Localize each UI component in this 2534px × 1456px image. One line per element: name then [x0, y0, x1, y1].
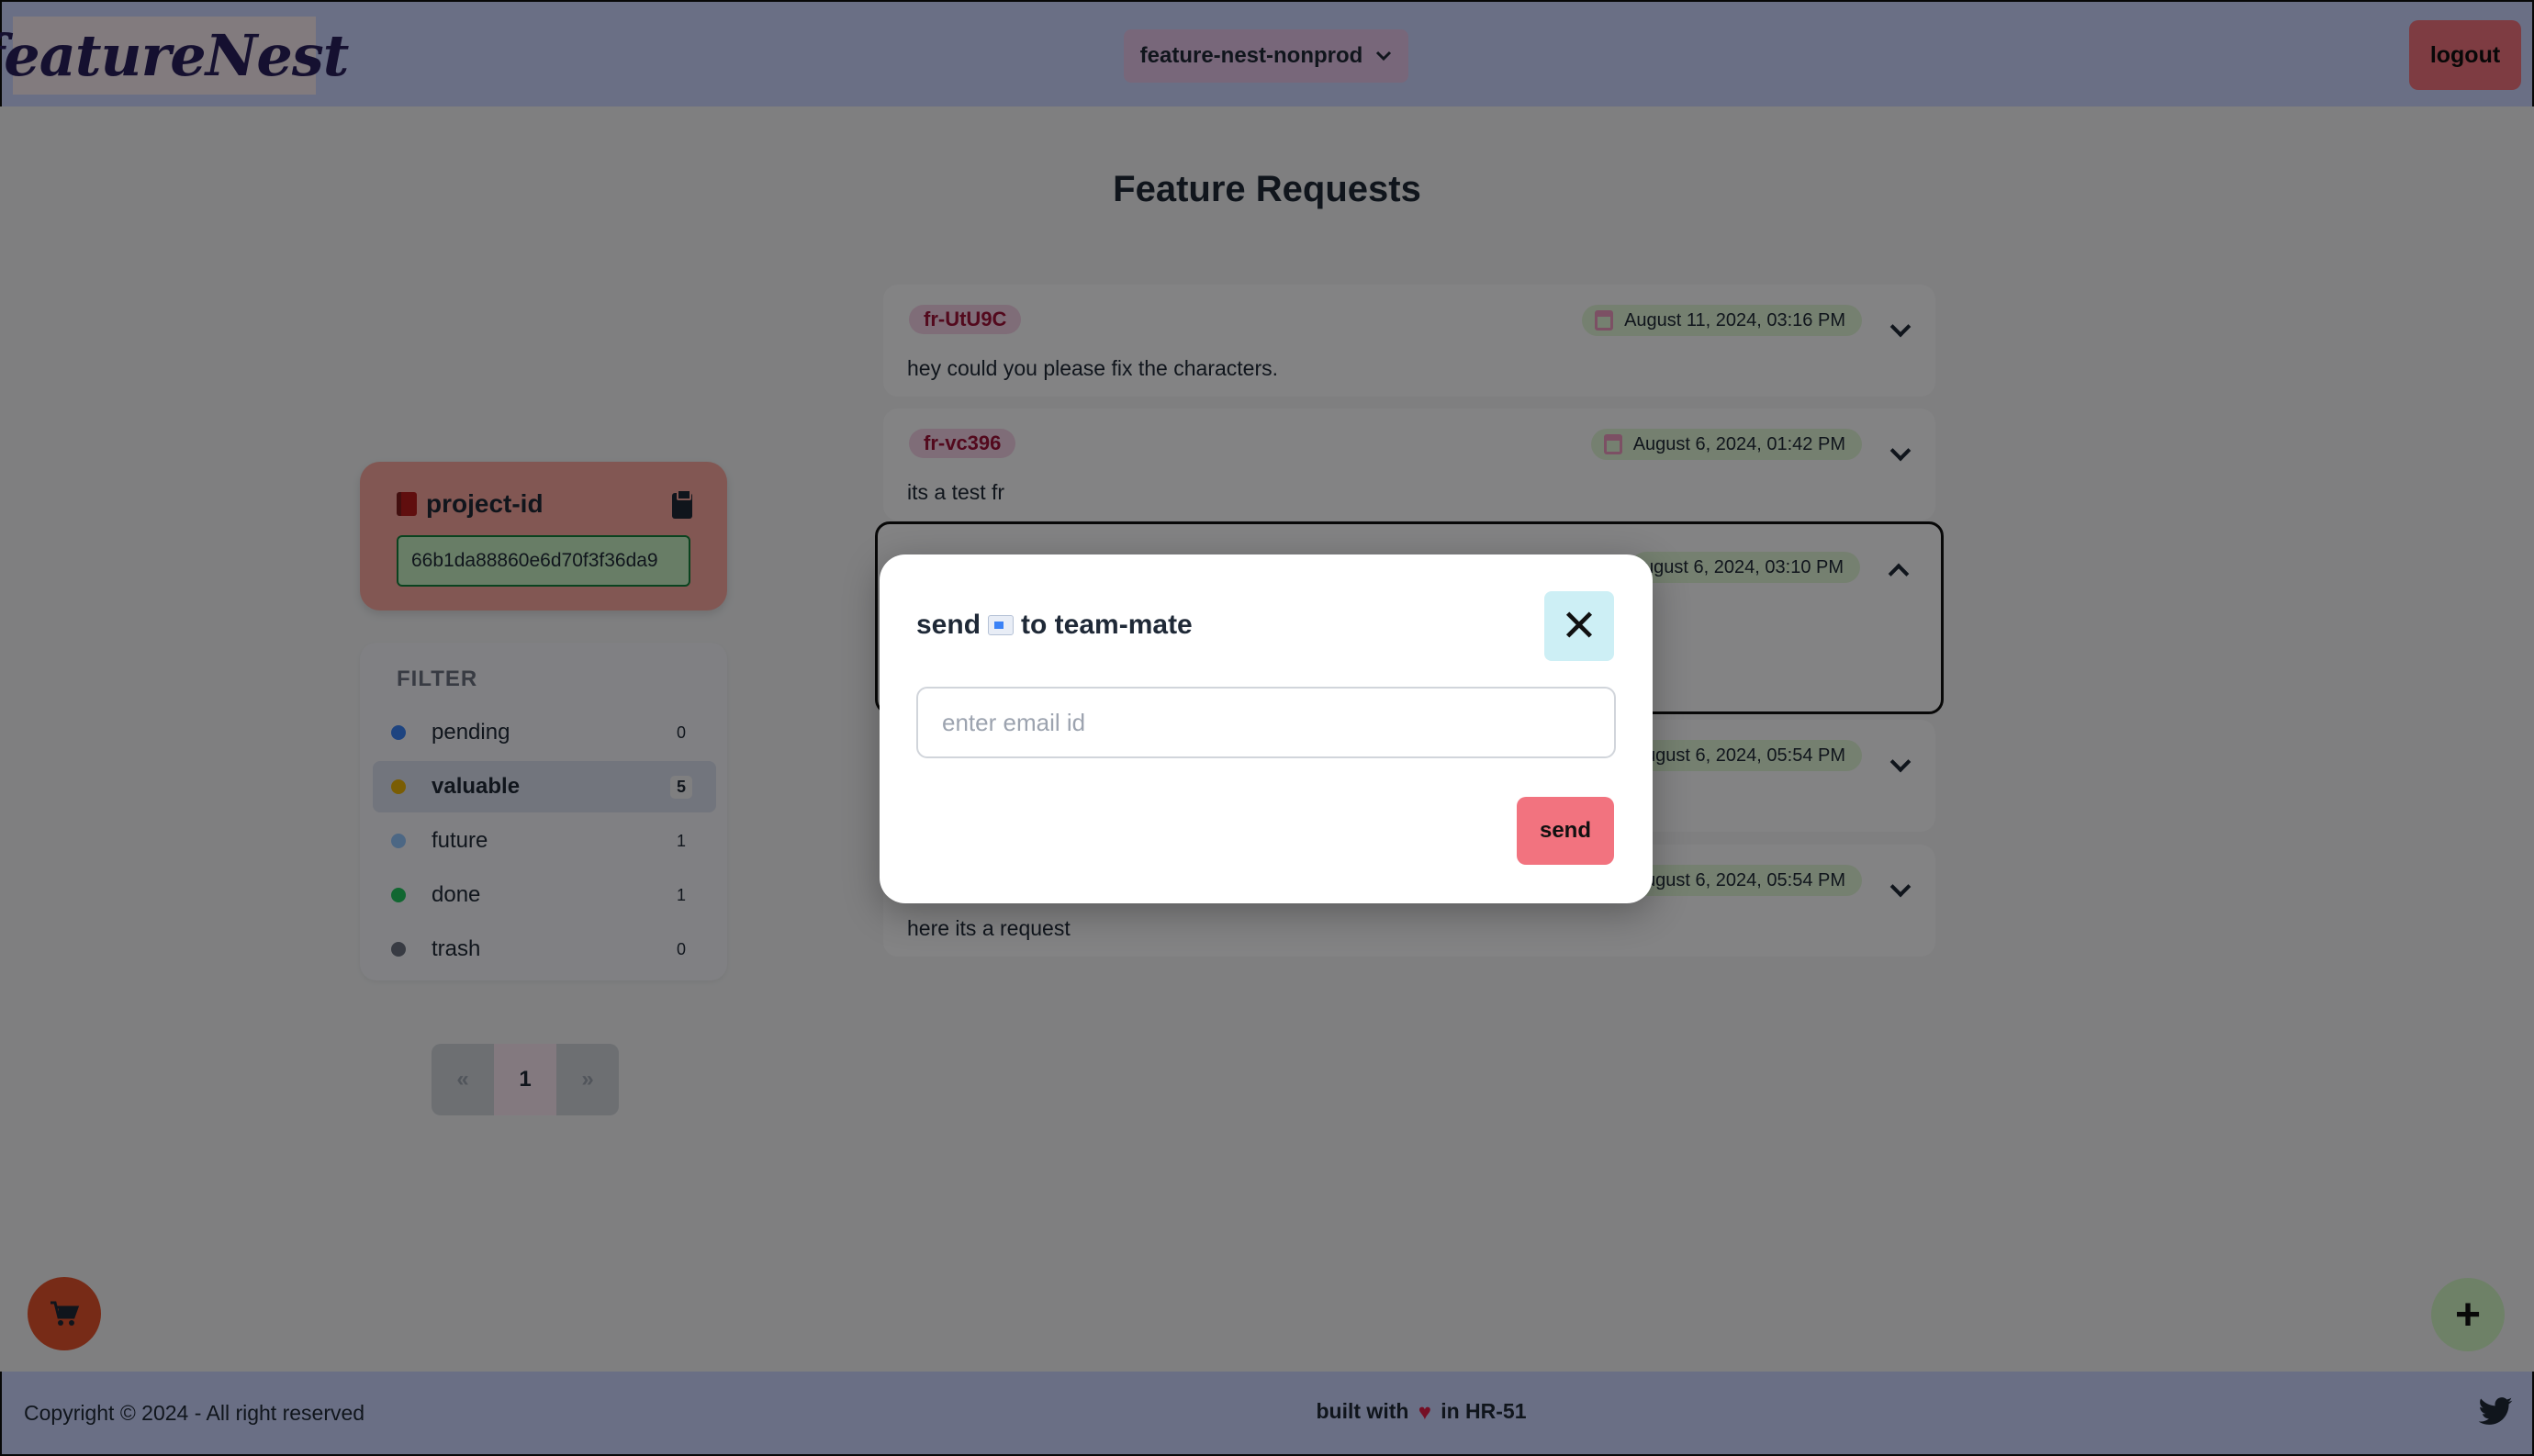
modal-title-after: to team-mate: [1021, 610, 1193, 640]
email-field[interactable]: [916, 687, 1616, 758]
modal-title-before: send: [916, 610, 981, 640]
close-modal-button[interactable]: ✕: [1544, 591, 1614, 661]
send-label: send: [1539, 818, 1591, 843]
envelope-icon: [988, 615, 1015, 635]
send-button[interactable]: send: [1517, 797, 1614, 865]
modal-title: send to team-mate: [916, 610, 1193, 641]
close-icon: ✕: [1560, 602, 1598, 651]
send-to-teammate-modal: send to team-mate ✕ send: [880, 554, 1653, 903]
